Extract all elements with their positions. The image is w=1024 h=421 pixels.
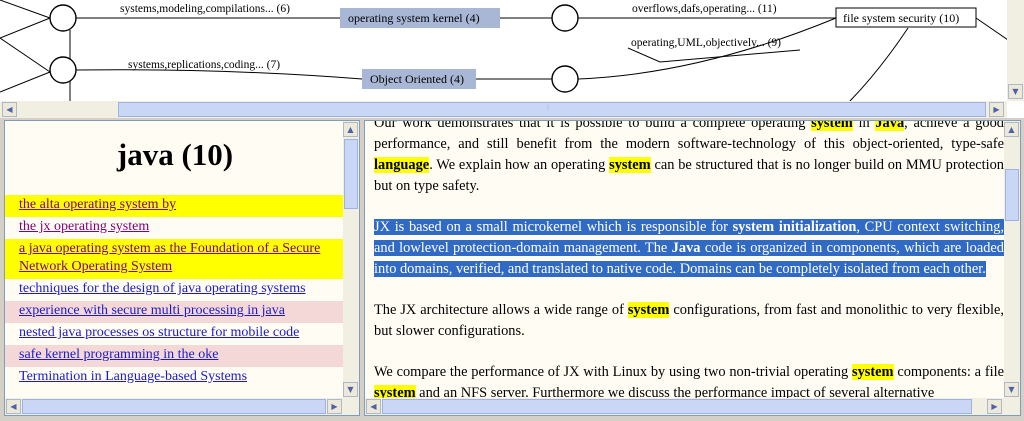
document-list-vertical-scrollbar[interactable]: ▲ ▼ xyxy=(343,121,359,398)
graph-edge xyxy=(849,27,909,101)
cluster-label: Object Oriented (4) xyxy=(370,72,464,86)
document-link[interactable]: experience with secure multi processing … xyxy=(5,301,345,323)
document-link[interactable]: safe kernel programming in the oke xyxy=(5,345,345,367)
keyword-highlight: system xyxy=(851,364,894,380)
scroll-down-icon[interactable]: ▼ xyxy=(1004,382,1019,397)
text-run: We compare the performance of JX with Li… xyxy=(374,364,852,380)
edge-label[interactable]: operating,UML,objectively... (9) xyxy=(631,37,781,49)
graph-node[interactable] xyxy=(49,4,77,32)
graph-edge xyxy=(627,47,801,63)
text-run: The JX architecture allows a wide range … xyxy=(374,302,628,318)
graph-node[interactable] xyxy=(551,65,579,93)
scroll-right-icon[interactable]: ▶ xyxy=(987,399,1002,414)
graph-node[interactable] xyxy=(551,4,579,32)
keyword-highlight: system initialization xyxy=(732,219,857,235)
scroll-thumb[interactable] xyxy=(1005,169,1019,221)
document-link[interactable]: the jx operating system xyxy=(5,217,345,239)
document-list: the alta operating system by the jx oper… xyxy=(5,195,345,389)
scroll-up-icon[interactable]: ▲ xyxy=(343,122,358,137)
text-run: Our work demonstrates that it is possibl… xyxy=(374,120,812,131)
graph-edge xyxy=(975,17,1008,41)
keyword-highlight: Java xyxy=(671,240,701,256)
document-link[interactable]: techniques for the design of java operat… xyxy=(5,279,345,301)
scroll-up-icon[interactable]: ▲ xyxy=(1004,122,1019,137)
scroll-down-icon[interactable]: ▼ xyxy=(1008,84,1023,99)
text-run: components: a file xyxy=(893,364,1004,380)
scroll-thumb[interactable] xyxy=(118,102,986,117)
document-text-pane[interactable]: Our work demonstrates that it is possibl… xyxy=(364,120,1021,416)
edge-label[interactable]: systems,replications,coding... (7) xyxy=(128,59,280,71)
document-list-pane[interactable]: java (10) the alta operating system by t… xyxy=(4,120,360,416)
cluster-graph[interactable]: systems,modeling,compilations... (6) sys… xyxy=(0,0,1008,101)
graph-horizontal-scrollbar[interactable]: ◀ ⦙ ▶ xyxy=(0,101,1007,118)
scroll-thumb[interactable] xyxy=(382,399,972,414)
scroll-right-icon[interactable]: ▶ xyxy=(327,399,342,414)
document-list-horizontal-scrollbar[interactable]: ◀ ▶ xyxy=(5,398,359,415)
cluster-label: file system security (10) xyxy=(843,11,959,25)
scroll-left-icon[interactable]: ◀ xyxy=(2,102,17,117)
document-text: Our work demonstrates that it is possibl… xyxy=(374,120,1004,415)
document-link[interactable]: the alta operating system by xyxy=(5,195,345,217)
scroll-left-icon[interactable]: ◀ xyxy=(6,399,21,414)
cluster-title: java (10) xyxy=(116,137,234,172)
keyword-highlight: system xyxy=(609,157,651,173)
keyword-highlight: system xyxy=(811,121,853,131)
edge-label[interactable]: systems,modeling,compilations... (6) xyxy=(120,3,290,15)
graph-edge xyxy=(0,71,51,93)
abstract-paragraph: The JX architecture allows a wide range … xyxy=(374,300,1004,342)
text-run: . We explain how an operating xyxy=(429,157,610,173)
graph-node[interactable] xyxy=(49,56,77,84)
document-text-vertical-scrollbar[interactable]: ▲ ▼ xyxy=(1004,121,1020,398)
document-text-horizontal-scrollbar[interactable]: ◀ ▶ xyxy=(365,398,1020,415)
edge-label[interactable]: overflows,dafs,operating... (11) xyxy=(632,3,777,15)
abstract-paragraph: Our work demonstrates that it is possibl… xyxy=(374,120,1004,197)
graph-vertical-scrollbar[interactable]: ▼ xyxy=(1007,0,1024,101)
scroll-down-icon[interactable]: ▼ xyxy=(343,382,358,397)
scroll-thumb[interactable] xyxy=(22,399,326,414)
graph-edge xyxy=(75,69,363,80)
graph-edge xyxy=(0,37,51,73)
document-link[interactable]: Termination in Language-based Systems xyxy=(5,367,345,389)
graph-edge xyxy=(0,17,51,39)
keyword-highlight: language xyxy=(374,157,430,173)
keyword-highlight: system xyxy=(627,302,670,318)
text-run: in xyxy=(852,120,876,131)
cluster-label: operating system kernel (4) xyxy=(348,11,480,25)
document-link[interactable]: a java operating system as the Foundatio… xyxy=(5,239,345,279)
cluster-graph-pane[interactable]: systems,modeling,compilations... (6) sys… xyxy=(0,0,1024,118)
grip-icon: ⦙ xyxy=(547,103,549,112)
text-run: JX is based on a small microkernel which… xyxy=(374,219,733,235)
scroll-left-icon[interactable]: ◀ xyxy=(366,399,381,414)
scroll-right-icon[interactable]: ▶ xyxy=(989,102,1004,117)
keyword-highlight: Java xyxy=(875,121,905,131)
graph-edge xyxy=(0,0,51,19)
document-link[interactable]: nested java processes os structure for m… xyxy=(5,323,345,345)
selected-paragraph[interactable]: JX is based on a small microkernel which… xyxy=(374,217,1004,280)
scroll-thumb[interactable] xyxy=(344,139,358,209)
